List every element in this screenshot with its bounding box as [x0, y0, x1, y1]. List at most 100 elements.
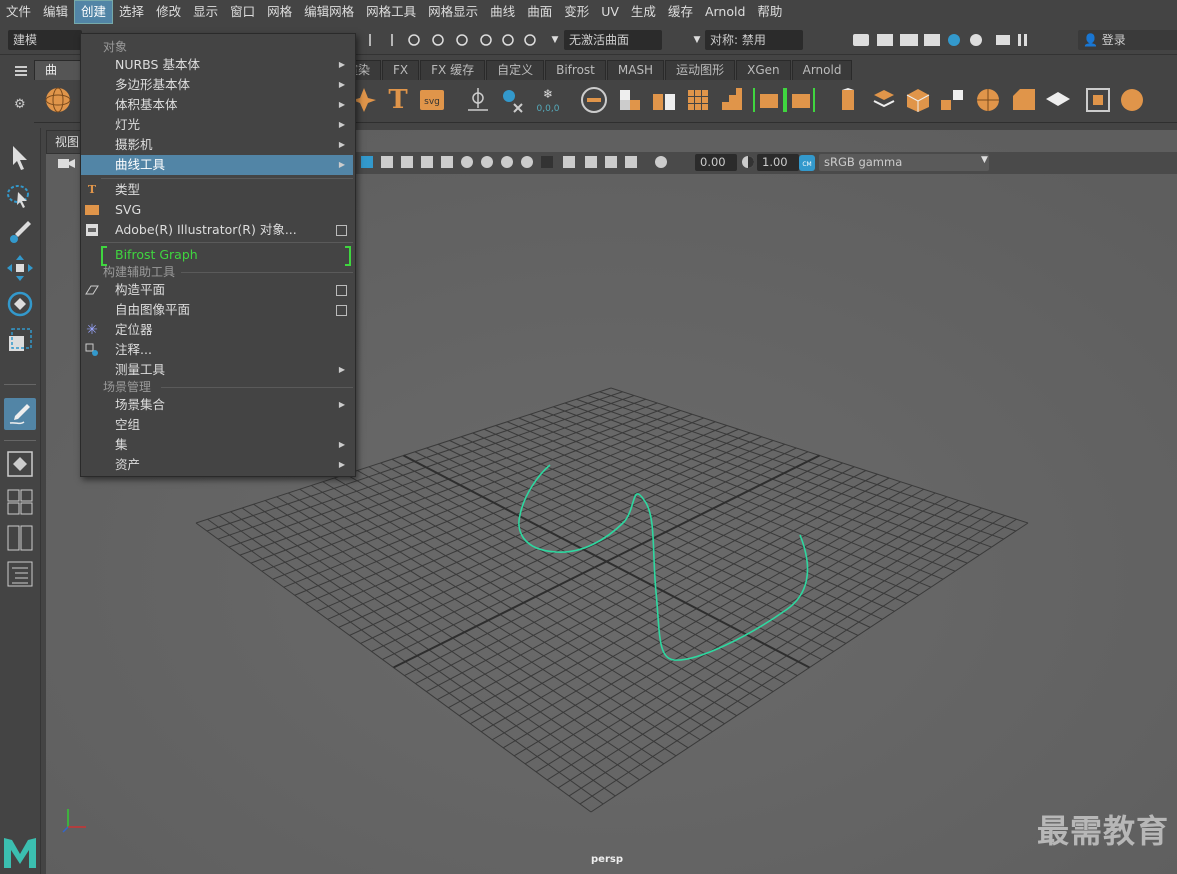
shelf-tab-motion-graphics[interactable]: 运动图形: [665, 60, 736, 80]
shelf-tab-xgen[interactable]: XGen: [736, 60, 791, 80]
menu-item-construction-plane[interactable]: 构造平面: [81, 280, 353, 300]
snap-together-icon[interactable]: [580, 86, 608, 114]
menu-item-free-image-plane[interactable]: 自由图像平面: [81, 300, 353, 320]
menu-item-assets[interactable]: 资产 ▶: [81, 455, 353, 475]
frame-icon[interactable]: [1084, 86, 1112, 114]
menu-curves[interactable]: 曲线: [484, 1, 521, 23]
menu-item-lights[interactable]: 灯光 ▶: [81, 115, 353, 135]
menu-mesh[interactable]: 网格: [261, 1, 298, 23]
section-header-objects: 对象: [103, 40, 128, 54]
type-icon: T: [87, 183, 97, 196]
sphere-mesh-icon[interactable]: [974, 86, 1002, 114]
menu-create[interactable]: 创建: [74, 0, 114, 24]
login-button[interactable]: 👤 登录: [1078, 30, 1177, 50]
rotate-tool-icon[interactable]: [4, 288, 36, 320]
select-tool-icon[interactable]: [4, 142, 36, 174]
menu-item-locator[interactable]: ✳ 定位器: [81, 320, 353, 340]
shelf-tab-bifrost[interactable]: Bifrost: [545, 60, 606, 80]
distance-tool-icon[interactable]: [498, 86, 526, 114]
symmetry-dropdown-icon[interactable]: ▼: [688, 31, 706, 49]
menu-edit[interactable]: 编辑: [37, 1, 74, 23]
option-box-icon[interactable]: [336, 285, 347, 296]
shelf-tab-fx-cache[interactable]: FX 缓存: [420, 60, 486, 80]
shelf-menu-icon[interactable]: [14, 64, 28, 78]
separate-icon[interactable]: [650, 86, 678, 114]
menu-surfaces[interactable]: 曲面: [521, 1, 558, 23]
menu-mesh-display[interactable]: 网格显示: [422, 1, 484, 23]
shelf-tab-fx[interactable]: FX: [382, 60, 420, 80]
menu-item-svg[interactable]: SVG: [81, 200, 353, 220]
menu-item-annotation[interactable]: 注释...: [81, 340, 353, 360]
menu-item-cameras[interactable]: 摄影机 ▶: [81, 135, 353, 155]
nurbs-sphere-icon[interactable]: [44, 86, 72, 114]
mesh-grid-icon[interactable]: [684, 86, 712, 114]
submenu-arrow-icon: ▶: [338, 160, 345, 169]
menu-help[interactable]: 帮助: [751, 1, 788, 23]
move-tool-icon[interactable]: [4, 252, 36, 284]
shelf-tab-custom[interactable]: 自定义: [486, 60, 545, 80]
menu-item-nurbs-primitives[interactable]: NURBS 基本体 ▶: [81, 55, 353, 75]
exposure-field[interactable]: 0.00: [695, 154, 737, 171]
menu-file[interactable]: 文件: [0, 1, 37, 23]
plane-icon[interactable]: [1044, 86, 1072, 114]
chevron-down-icon[interactable]: ▼: [546, 31, 564, 49]
menu-item-measure-tools[interactable]: 测量工具 ▶: [81, 360, 353, 380]
bevel-icon[interactable]: [1010, 86, 1038, 114]
menu-item-illustrator-object[interactable]: Adobe(R) Illustrator(R) 对象...: [81, 220, 353, 240]
menu-item-type[interactable]: T 类型: [81, 180, 353, 200]
menu-deform[interactable]: 变形: [558, 1, 595, 23]
type-tool-icon[interactable]: T: [384, 86, 412, 114]
menu-item-sets[interactable]: 集 ▶: [81, 435, 353, 455]
two-view-layout-icon[interactable]: [4, 522, 36, 554]
menu-item-curve-tools[interactable]: 曲线工具 ▶: [81, 155, 353, 175]
gamma-field[interactable]: 1.00: [757, 154, 799, 171]
shelf-tab-arnold[interactable]: Arnold: [791, 60, 853, 80]
ball-icon[interactable]: [1118, 86, 1146, 114]
menu-arnold[interactable]: Arnold: [699, 1, 751, 23]
menu-modify[interactable]: 修改: [150, 1, 187, 23]
cube-grid-icon[interactable]: [616, 86, 644, 114]
menu-window[interactable]: 窗口: [224, 1, 261, 23]
menu-item-bifrost-graph[interactable]: Bifrost Graph: [81, 245, 353, 266]
menu-generate[interactable]: 生成: [625, 1, 662, 23]
display-mode-icons[interactable]: [359, 152, 689, 174]
menu-item-volume-primitives[interactable]: 体积基本体 ▶: [81, 95, 353, 115]
menu-uv[interactable]: UV: [595, 1, 625, 23]
scale-tool-icon[interactable]: [4, 324, 36, 356]
single-view-layout-icon[interactable]: [4, 448, 36, 480]
shelf-tab-curves[interactable]: 曲线/E: [34, 60, 84, 96]
svg-tool-icon[interactable]: svg: [418, 86, 446, 114]
option-box-icon[interactable]: [336, 225, 347, 236]
menu-cache[interactable]: 缓存: [662, 1, 699, 23]
freeze-transform-icon[interactable]: ❄ 0,0,0: [534, 86, 562, 114]
locator-tool-icon[interactable]: [464, 86, 492, 114]
four-view-layout-icon[interactable]: [4, 486, 36, 518]
cubes-icon[interactable]: [938, 86, 966, 114]
symmetry-field[interactable]: 对称: 禁用: [705, 30, 803, 50]
shelf-tab-mash[interactable]: MASH: [606, 60, 665, 80]
menu-select[interactable]: 选择: [113, 1, 150, 23]
menu-mesh-tools[interactable]: 网格工具: [360, 1, 422, 23]
camera-icon[interactable]: [56, 156, 78, 170]
outliner-layout-icon[interactable]: [4, 558, 36, 590]
menu-edit-mesh[interactable]: 编辑网格: [298, 1, 360, 23]
menu-display[interactable]: 显示: [187, 1, 224, 23]
box-icon[interactable]: [904, 86, 932, 114]
menu-item-polygon-primitives[interactable]: 多边形基本体 ▶: [81, 75, 353, 95]
mode-selector[interactable]: 建模: [8, 30, 82, 50]
option-box-icon[interactable]: [336, 305, 347, 316]
chevron-down-icon[interactable]: ▼: [981, 155, 988, 165]
color-management-icon[interactable]: CM: [799, 155, 815, 171]
live-surface-field[interactable]: 无激活曲面: [564, 30, 662, 50]
gear-icon[interactable]: ⚙: [14, 98, 28, 112]
color-space-select[interactable]: sRGB gamma: [819, 154, 989, 171]
lasso-tool-icon[interactable]: [4, 180, 36, 212]
paint-select-tool-icon[interactable]: [4, 216, 36, 248]
extrude-icon[interactable]: [834, 86, 862, 114]
stairs-icon[interactable]: [718, 86, 746, 114]
layers-icon[interactable]: [870, 86, 898, 114]
menu-item-scene-assembly[interactable]: 场景集合 ▶: [81, 395, 353, 415]
menu-item-empty-group[interactable]: 空组: [81, 415, 353, 435]
rebuild-curve-icons[interactable]: [752, 86, 816, 114]
curve-pencil-tool-icon[interactable]: [4, 398, 36, 430]
